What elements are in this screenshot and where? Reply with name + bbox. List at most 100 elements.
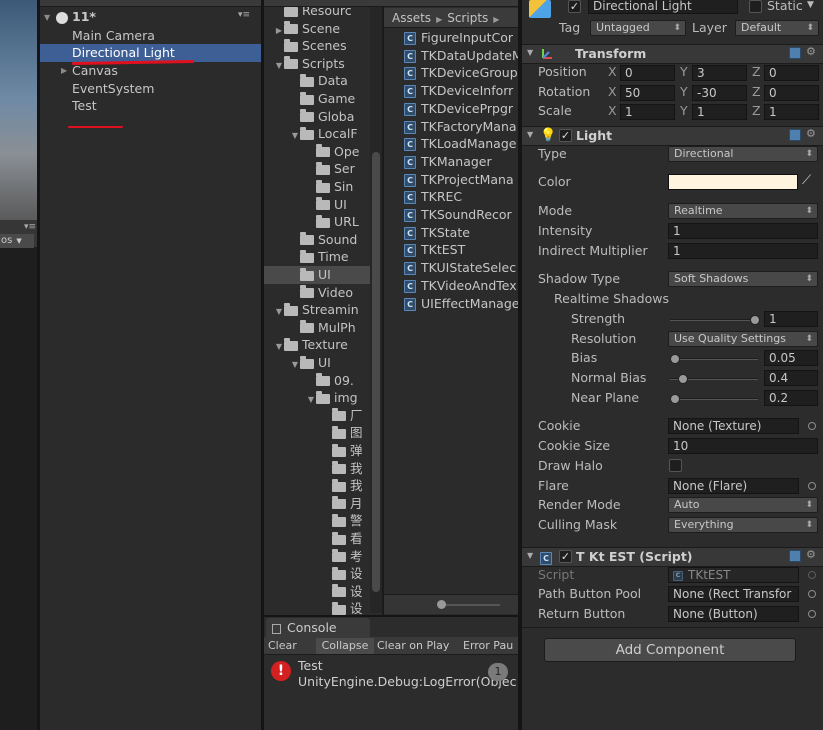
project-folder[interactable]: ▼ img — [264, 389, 370, 407]
resolution-dropdown[interactable]: Use Quality Settings — [668, 331, 818, 347]
scale-z-field[interactable]: 1 — [764, 104, 819, 120]
breadcrumb-assets[interactable]: Assets — [392, 11, 431, 25]
project-folder[interactable]: 月 — [264, 495, 370, 513]
slider-knob[interactable] — [670, 394, 680, 404]
menu-lines-icon[interactable]: ▾≡ — [24, 222, 36, 232]
near-plane-field[interactable]: 0.2 — [764, 390, 818, 406]
expand-arrow-icon[interactable]: ▼ — [264, 338, 284, 354]
project-folder[interactable]: Sound — [264, 231, 370, 249]
project-folder[interactable]: ▼ Streamin — [264, 301, 370, 319]
zoom-slider-knob[interactable] — [437, 600, 446, 609]
object-picker-icon[interactable] — [808, 590, 816, 598]
project-folder[interactable]: 我 — [264, 460, 370, 478]
strength-slider[interactable] — [670, 315, 760, 325]
scene-header[interactable]: ▼ 11* — [44, 8, 259, 26]
project-folder[interactable]: Data — [264, 72, 370, 90]
expand-arrow-icon[interactable]: ▼ — [264, 127, 300, 143]
rotation-x-axis-label[interactable]: X — [608, 84, 617, 99]
rotation-z-field[interactable]: 0 — [764, 85, 819, 101]
script-file[interactable]: C TKDeviceGroup — [404, 64, 518, 82]
clear-on-play-button[interactable]: Clear on Play — [377, 638, 449, 654]
hierarchy-item[interactable]: Directional Light — [40, 44, 261, 62]
project-folder[interactable]: 设 — [264, 583, 370, 601]
script-file[interactable]: C FigureInputCor — [404, 29, 518, 47]
error-pause-button[interactable]: Error Pau — [463, 638, 518, 654]
project-folder[interactable]: ▼ UI — [264, 354, 370, 372]
project-folder[interactable]: Ope — [264, 143, 370, 161]
rotation-x-field[interactable]: 50 — [620, 85, 675, 101]
script-file[interactable]: C TKVideoAndTex — [404, 277, 518, 295]
help-book-icon[interactable] — [789, 129, 801, 141]
expand-arrow-icon[interactable]: ▶ — [264, 22, 284, 38]
script-file[interactable]: C TKREC — [404, 188, 518, 206]
script-file[interactable]: C TKState — [404, 224, 518, 242]
transform-header[interactable] — [522, 44, 823, 64]
scale-x-axis-label[interactable]: X — [608, 103, 617, 118]
project-folder[interactable]: 设 — [264, 600, 370, 615]
hierarchy-item[interactable]: Test — [40, 97, 261, 115]
gear-icon[interactable]: ⚙ — [806, 548, 816, 561]
project-folder[interactable]: Globa — [264, 108, 370, 126]
clear-button[interactable]: Clear — [268, 638, 297, 654]
near-plane-slider[interactable] — [670, 394, 758, 404]
console-tab[interactable]: Console — [266, 618, 370, 637]
slider-knob[interactable] — [678, 374, 688, 384]
project-folder[interactable]: 厂 — [264, 407, 370, 425]
bias-field[interactable]: 0.05 — [764, 350, 818, 366]
flare-field[interactable]: None (Flare) — [668, 478, 799, 494]
static-checkbox[interactable] — [749, 0, 762, 13]
collapse-arrow-icon[interactable]: ▼ — [527, 48, 533, 57]
collapse-arrow-icon[interactable]: ▼ — [527, 551, 533, 560]
type-dropdown[interactable]: Directional — [668, 146, 818, 162]
cookie-size-field[interactable]: 10 — [668, 438, 818, 454]
project-folder[interactable]: ▶ Scene — [264, 20, 370, 38]
active-checkbox[interactable]: ✓ — [568, 0, 581, 13]
position-z-field[interactable]: 0 — [764, 65, 819, 81]
project-folder[interactable]: 图 — [264, 424, 370, 442]
project-folder[interactable]: Ser — [264, 160, 370, 178]
normal-bias-field[interactable]: 0.4 — [764, 370, 818, 386]
object-picker-icon[interactable] — [808, 610, 816, 618]
script-file[interactable]: C TKUIStateSelec — [404, 259, 518, 277]
path-button-pool-field[interactable]: None (Rect Transfor — [668, 586, 799, 602]
culling-mask-dropdown[interactable]: Everything — [668, 517, 818, 533]
project-folder[interactable]: URL — [264, 213, 370, 231]
eyedropper-icon[interactable]: ⟋ — [802, 173, 811, 188]
rotation-z-axis-label[interactable]: Z — [752, 84, 761, 99]
project-folder[interactable]: Sin — [264, 178, 370, 196]
collapse-arrow-icon[interactable]: ▼ — [44, 9, 54, 27]
expand-arrow-icon[interactable]: ▼ — [264, 303, 284, 319]
intensity-field[interactable]: 1 — [668, 223, 818, 239]
hierarchy-item[interactable]: Main Camera — [40, 27, 261, 45]
strength-field[interactable]: 1 — [764, 311, 818, 327]
mode-dropdown[interactable]: Realtime — [668, 203, 818, 219]
panel-divider[interactable] — [382, 7, 384, 615]
scale-x-field[interactable]: 1 — [620, 104, 675, 120]
position-z-axis-label[interactable]: Z — [752, 64, 761, 79]
project-folder[interactable]: Time — [264, 248, 370, 266]
tree-scrollbar[interactable] — [370, 7, 382, 613]
project-folder[interactable]: Video — [264, 284, 370, 302]
slider-knob[interactable] — [750, 315, 760, 325]
shadow-type-dropdown[interactable]: Soft Shadows — [668, 271, 818, 287]
script-file[interactable]: C TKManager — [404, 153, 518, 171]
color-swatch[interactable] — [668, 174, 798, 190]
project-folder[interactable]: 看 — [264, 530, 370, 548]
add-component-button[interactable]: Add Component — [544, 638, 796, 662]
project-folder[interactable]: 考 — [264, 548, 370, 566]
script-enabled-checkbox[interactable]: ✓ — [559, 550, 572, 563]
expand-arrow-icon[interactable]: ▼ — [264, 57, 284, 73]
project-folder[interactable]: 警 — [264, 512, 370, 530]
object-picker-icon[interactable] — [808, 482, 816, 490]
object-name-field[interactable]: Directional Light — [588, 0, 738, 14]
scrollbar-thumb[interactable] — [372, 152, 380, 592]
project-folder[interactable]: MulPh — [264, 319, 370, 337]
tag-dropdown[interactable]: Untagged — [590, 20, 686, 36]
scale-z-axis-label[interactable]: Z — [752, 103, 761, 118]
expand-arrow-icon[interactable]: ▼ — [264, 356, 300, 372]
project-folder[interactable]: UI — [264, 266, 370, 284]
project-folder[interactable]: UI — [264, 196, 370, 214]
scene-menu-icon[interactable]: ▾≡ — [238, 10, 250, 20]
gizmos-dropdown[interactable]: os ▼ — [0, 234, 34, 248]
rotation-y-field[interactable]: -30 — [692, 85, 747, 101]
